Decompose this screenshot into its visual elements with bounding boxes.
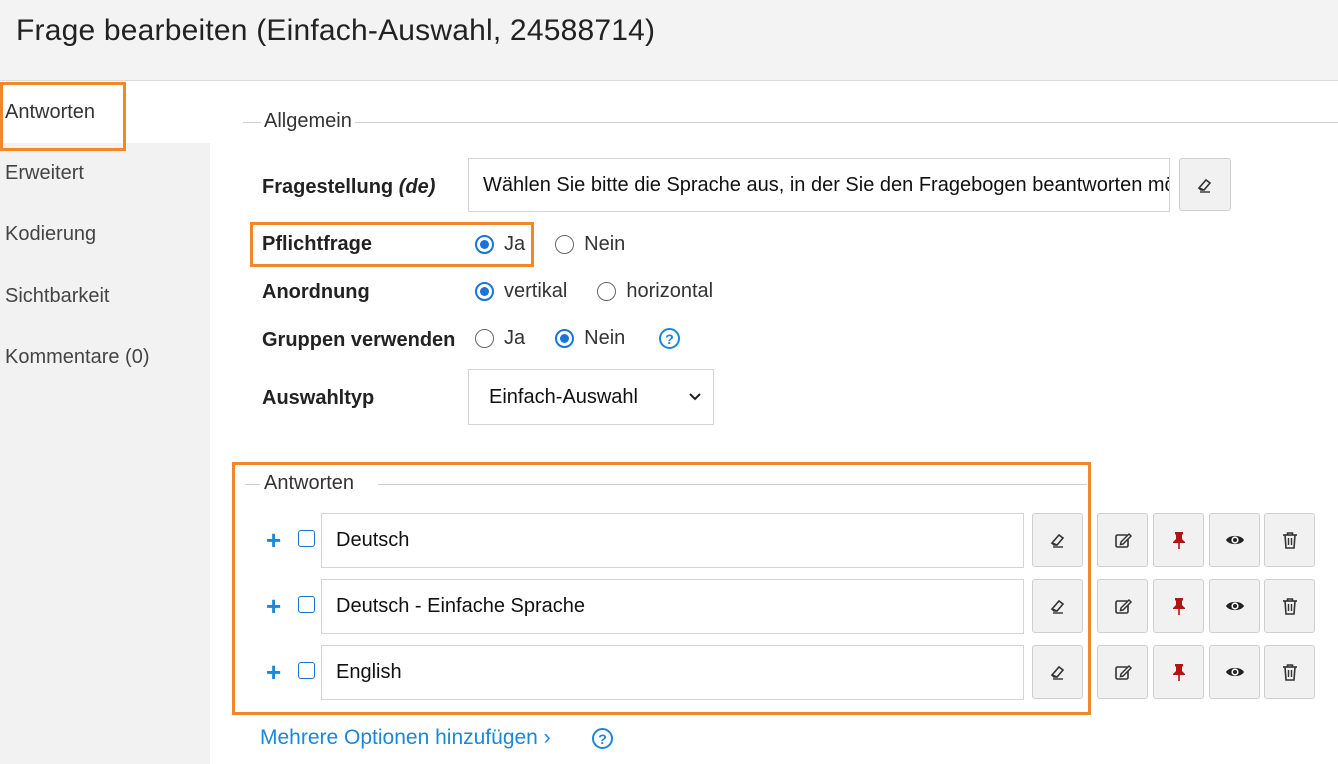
sidebar: Antworten Erweitert Kodierung Sichtbarke… bbox=[0, 82, 210, 764]
groups-yes-label: Ja bbox=[504, 327, 526, 349]
sidebar-item-answers[interactable]: Antworten bbox=[0, 82, 210, 151]
answer-visibility-button[interactable] bbox=[1209, 513, 1260, 567]
arrangement-label: Anordnung bbox=[262, 281, 370, 303]
pin-icon bbox=[1172, 664, 1185, 681]
answer-edit-button[interactable] bbox=[1097, 513, 1148, 567]
add-answer-icon[interactable]: + bbox=[266, 527, 281, 553]
radio-empty-icon bbox=[555, 235, 575, 254]
radio-selected-icon bbox=[475, 282, 494, 301]
answer-edit-button[interactable] bbox=[1097, 645, 1148, 699]
arrangement-radio-group: vertikal horizontal bbox=[475, 280, 713, 303]
answer-delete-button[interactable] bbox=[1264, 513, 1315, 567]
groups-yes-radio[interactable]: Ja bbox=[475, 327, 525, 350]
page-header: Frage bearbeiten (Einfach-Auswahl, 24588… bbox=[0, 0, 1338, 81]
answer-edit-button[interactable] bbox=[1097, 579, 1148, 633]
answer-delete-button[interactable] bbox=[1264, 645, 1315, 699]
add-multiple-help-icon[interactable]: ? bbox=[592, 728, 613, 749]
answer-pin-button[interactable] bbox=[1153, 579, 1204, 633]
eye-icon bbox=[1225, 601, 1244, 611]
answer-translate-button[interactable] bbox=[1032, 513, 1083, 567]
eraser-icon bbox=[1050, 599, 1064, 614]
arrangement-horizontal-label: horizontal bbox=[626, 280, 714, 302]
answer-input[interactable]: English bbox=[321, 645, 1024, 700]
chevron-down-icon bbox=[689, 393, 701, 401]
arrangement-vertical-radio[interactable]: vertikal bbox=[475, 280, 567, 303]
answer-visibility-button[interactable] bbox=[1209, 579, 1260, 633]
add-answer-icon[interactable]: + bbox=[266, 659, 281, 685]
choice-type-label: Auswahltyp bbox=[262, 387, 375, 409]
edit-icon bbox=[1114, 598, 1132, 614]
answers-divider-left bbox=[245, 484, 260, 485]
trash-icon bbox=[1282, 532, 1297, 549]
answer-input[interactable]: Deutsch - Einfache Sprache bbox=[321, 579, 1024, 634]
question-lang: (de) bbox=[398, 176, 436, 198]
answer-checkbox[interactable] bbox=[298, 662, 315, 679]
add-multiple-options-link[interactable]: Mehrere Optionen hinzufügen › bbox=[260, 726, 551, 750]
answer-pin-button[interactable] bbox=[1153, 645, 1204, 699]
radio-empty-icon bbox=[475, 329, 494, 348]
eye-icon bbox=[1225, 535, 1244, 545]
mandatory-yes-radio[interactable]: Ja bbox=[475, 233, 525, 256]
answer-pin-button[interactable] bbox=[1153, 513, 1204, 567]
choice-type-value: Einfach-Auswahl bbox=[489, 385, 638, 408]
question-label-text: Fragestellung bbox=[262, 176, 394, 198]
answers-legend: Antworten bbox=[261, 472, 358, 495]
answer-delete-button[interactable] bbox=[1264, 579, 1315, 633]
question-edit-button[interactable] bbox=[1179, 158, 1231, 211]
radio-selected-icon bbox=[475, 235, 494, 254]
radio-empty-icon bbox=[597, 282, 617, 301]
answer-translate-button[interactable] bbox=[1032, 645, 1083, 699]
mandatory-yes-label: Ja bbox=[504, 233, 526, 255]
answer-visibility-button[interactable] bbox=[1209, 645, 1260, 699]
eraser-icon bbox=[1197, 178, 1212, 193]
groups-no-radio[interactable]: Nein bbox=[555, 327, 625, 350]
radio-selected-icon bbox=[555, 329, 575, 348]
mandatory-radio-group: Ja Nein bbox=[475, 233, 625, 256]
sidebar-item-advanced[interactable]: Erweitert bbox=[0, 143, 210, 204]
add-answer-icon[interactable]: + bbox=[266, 593, 281, 619]
pin-icon bbox=[1172, 532, 1185, 549]
question-input[interactable]: Wählen Sie bitte die Sprache aus, in der… bbox=[468, 158, 1170, 212]
mandatory-no-radio[interactable]: Nein bbox=[555, 233, 625, 256]
general-divider bbox=[243, 122, 1338, 123]
page-title: Frage bearbeiten (Einfach-Auswahl, 24588… bbox=[16, 14, 656, 47]
edit-icon bbox=[1114, 532, 1132, 548]
answers-divider-right bbox=[378, 484, 1087, 485]
trash-icon bbox=[1282, 598, 1297, 615]
question-label: Fragestellung (de) bbox=[262, 176, 435, 199]
edit-icon bbox=[1114, 664, 1132, 680]
trash-icon bbox=[1282, 664, 1297, 681]
mandatory-label: Pflichtfrage bbox=[262, 233, 373, 255]
groups-no-label: Nein bbox=[584, 327, 626, 349]
sidebar-item-coding[interactable]: Kodierung bbox=[0, 204, 210, 265]
groups-help-icon[interactable]: ? bbox=[659, 328, 680, 349]
general-legend: Allgemein bbox=[261, 110, 355, 133]
arrangement-horizontal-radio[interactable]: horizontal bbox=[597, 280, 713, 303]
pin-icon bbox=[1172, 598, 1185, 615]
answer-input[interactable]: Deutsch bbox=[321, 513, 1024, 568]
eraser-icon bbox=[1050, 665, 1064, 680]
answer-checkbox[interactable] bbox=[298, 596, 315, 613]
choice-type-select[interactable]: Einfach-Auswahl bbox=[468, 369, 714, 425]
answer-translate-button[interactable] bbox=[1032, 579, 1083, 633]
mandatory-no-label: Nein bbox=[584, 233, 626, 255]
groups-radio-group: Ja Nein bbox=[475, 327, 625, 350]
arrangement-vertical-label: vertikal bbox=[504, 280, 568, 302]
groups-label: Gruppen verwenden bbox=[262, 329, 456, 351]
sidebar-item-comments[interactable]: Kommentare (0) bbox=[0, 327, 210, 388]
eraser-icon bbox=[1050, 533, 1064, 548]
sidebar-item-visibility[interactable]: Sichtbarkeit bbox=[0, 266, 210, 327]
eye-icon bbox=[1225, 667, 1244, 677]
answer-checkbox[interactable] bbox=[298, 530, 315, 547]
